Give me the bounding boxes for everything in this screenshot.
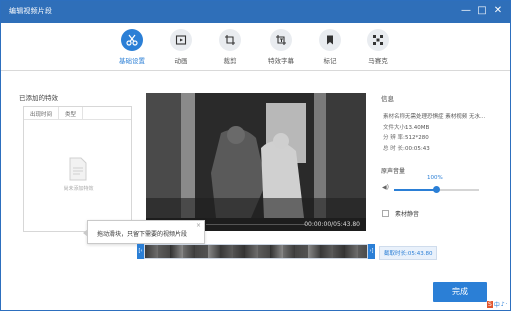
info-key: 素材名称: [383, 114, 407, 120]
empty-effects-text: 尚未添加特效 [63, 186, 94, 192]
timeline-frame [307, 245, 321, 258]
tooltip-text: 拖动滑块，只留下需要的视频片段 [97, 231, 188, 238]
video-preview[interactable]: 00:00:00/05:43.80 [146, 93, 366, 231]
timeline-frame [320, 245, 333, 258]
timeline-frame [295, 245, 308, 258]
timeline-frame [170, 245, 183, 258]
info-row: 素材名称:无需处理恐惧症 素材视频 无水... [383, 112, 485, 123]
tray-dot-icon[interactable]: · [506, 301, 508, 308]
tab-mosaic[interactable]: 马赛克 [358, 29, 398, 65]
info-row: 分 辨 率:512*280 [383, 133, 485, 144]
mute-option[interactable]: 素材静音 [382, 209, 419, 218]
tab-label: 马赛克 [368, 57, 388, 65]
video-frame [146, 93, 366, 218]
info-key: 文件大小: [383, 124, 407, 131]
maximize-icon[interactable]: □ [475, 4, 489, 18]
info-value: 00:05:43 [405, 145, 430, 152]
tab-effects-subtitle[interactable]: 特效字幕 [261, 29, 301, 65]
bookmark-icon [319, 29, 341, 51]
tray-sound-icon[interactable]: ♪ [501, 301, 505, 308]
info-key: 总 时 长: [383, 145, 405, 152]
timeline-frame [220, 245, 233, 258]
tray-s-icon[interactable]: S [487, 300, 493, 308]
tab-label: 动画 [174, 57, 188, 65]
tooltip-close-icon[interactable]: × [196, 222, 201, 229]
timeline-frame [245, 245, 258, 258]
window-title: 编辑视频片段 [9, 7, 53, 15]
document-icon [67, 157, 89, 185]
column-header: 出现时间 [24, 107, 60, 119]
minimize-icon[interactable]: — [459, 4, 473, 18]
timeline-frame [157, 245, 171, 258]
trim-start-handle[interactable]: [‹ [137, 244, 144, 259]
crop-icon [219, 29, 241, 51]
timeline-frame [332, 245, 346, 258]
tray-ime-icon[interactable]: 中 [494, 300, 500, 309]
tooltip-arrow [83, 229, 88, 237]
column-header: 类型 [59, 107, 84, 119]
timeline-frame [357, 245, 367, 258]
info-row: 文件大小:13.40MB [383, 123, 485, 134]
play-square-icon [170, 29, 192, 51]
timeline-frame [282, 245, 296, 258]
info-value: 无需处理恐惧症 素材视频 无水... [405, 114, 486, 120]
timeline-frame [182, 245, 196, 258]
player-time: 00:00:00/05:43.80 [304, 221, 360, 228]
timeline-frame [195, 245, 208, 258]
cut-duration-label: 截取时长:05:43.80 [379, 246, 438, 260]
info-panel: 素材名称:无需处理恐惧症 素材视频 无水... 文件大小:13.40MB 分 辨… [383, 112, 485, 154]
tab-label: 标记 [323, 57, 337, 65]
tab-crop[interactable]: 裁剪 [210, 29, 250, 65]
effects-header: 出现时间 类型 [24, 107, 131, 120]
effects-list: 出现时间 类型 尚未添加特效 [23, 106, 132, 232]
tab-mark[interactable]: 标记 [310, 29, 350, 65]
timeline-thumbnails[interactable] [145, 245, 367, 258]
text-crop-icon [270, 29, 292, 51]
timeline-frame [232, 245, 246, 258]
tool-tabs: 基础设置 动画 裁剪 特效字幕 标记 马赛克 [1, 23, 510, 71]
system-tray: S 中 ♪ · [487, 297, 511, 311]
info-key: 分 辨 率: [383, 135, 405, 141]
timeline-frame [345, 245, 358, 258]
mute-checkbox[interactable] [382, 210, 389, 217]
tab-basic-settings[interactable]: 基础设置 [112, 29, 152, 65]
volume-slider-fill [394, 189, 437, 191]
mosaic-icon [367, 29, 389, 51]
edit-video-window: 编辑视频片段 — □ ✕ 基础设置 动画 裁剪 特效字幕 标记 马赛克 已添加的… [0, 0, 511, 311]
title-bar: 编辑视频片段 — □ ✕ [1, 1, 510, 23]
volume-title: 原声音量 [381, 168, 406, 175]
tab-label: 特效字幕 [268, 57, 294, 65]
info-title: 信息 [381, 95, 394, 103]
tab-animation[interactable]: 动画 [161, 29, 201, 65]
speaker-icon[interactable]: ◀) [382, 184, 389, 191]
volume-slider-knob[interactable] [433, 186, 440, 193]
volume-percent: 100% [427, 175, 443, 181]
tab-label: 基础设置 [119, 57, 145, 65]
timeline-frame [257, 245, 271, 258]
drag-tooltip: 拖动滑块，只留下需要的视频片段 × [83, 220, 205, 244]
timeline-frame [207, 245, 221, 258]
timeline-frame [145, 245, 158, 258]
tab-label: 裁剪 [223, 57, 237, 65]
scissors-icon [121, 29, 143, 51]
player-progress-track[interactable] [206, 224, 306, 225]
effects-title: 已添加的特效 [19, 94, 58, 102]
timeline-frame [270, 245, 283, 258]
info-value: 13.40MB [405, 124, 430, 131]
close-icon[interactable]: ✕ [491, 4, 505, 18]
finish-button[interactable]: 完成 [433, 282, 487, 302]
info-value: 512*280 [405, 135, 429, 141]
info-row: 总 时 长:00:05:43 [383, 144, 485, 155]
trim-end-handle[interactable]: ›] [368, 244, 375, 259]
mute-label: 素材静音 [395, 211, 420, 218]
